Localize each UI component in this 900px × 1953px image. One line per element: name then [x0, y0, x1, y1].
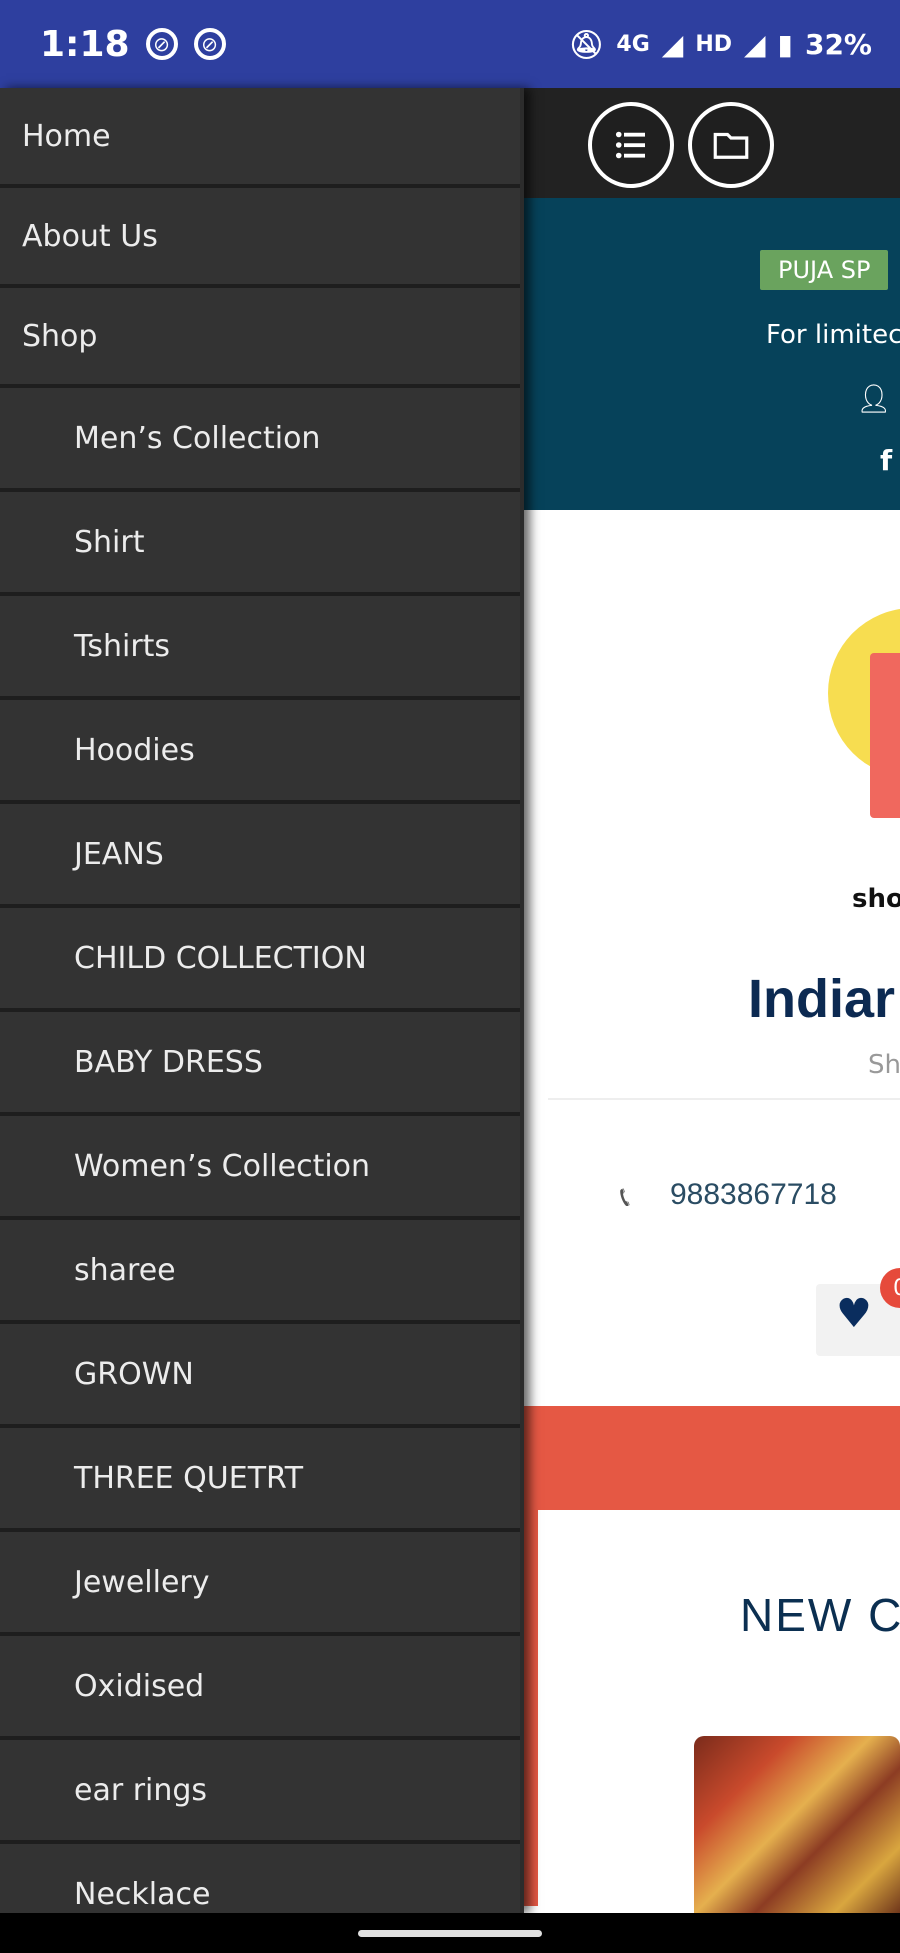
- drawer-item-child-collection[interactable]: CHILD COLLECTION: [0, 908, 520, 1012]
- limited-offer-text: For limitec: [766, 320, 900, 350]
- drawer-item-label: Men’s Collection: [74, 420, 321, 456]
- shopping-bag-icon: [870, 653, 900, 818]
- promo-header: PUJA SP For limitec 👤︎ f: [524, 198, 900, 510]
- web-toolbar: [524, 88, 900, 198]
- signal-icon: ◢: [744, 27, 766, 61]
- mute-icon: 🔕︎: [568, 27, 605, 61]
- battery-percent: 32%: [804, 27, 872, 61]
- drawer-item-label: Home: [22, 118, 111, 154]
- store-title: Indiar: [748, 969, 896, 1029]
- drawer-item-sharee[interactable]: sharee: [0, 1220, 520, 1324]
- store-subtitle: Sh: [868, 1050, 900, 1080]
- phone-icon: 📞︎: [620, 1180, 630, 1213]
- drawer-item-label: Tshirts: [74, 628, 171, 664]
- battery-icon: ▮: [777, 27, 793, 61]
- promo-badge[interactable]: PUJA SP: [760, 250, 889, 290]
- drawer-item-label: Shop: [22, 318, 98, 354]
- drawer-item-label: Necklace: [74, 1876, 211, 1912]
- phone-number[interactable]: 9883867718: [670, 1178, 837, 1212]
- status-right-group: 🔕︎ 4G ◢ HD ◢ ▮ 32%: [569, 0, 872, 88]
- drawer-item-hoodies[interactable]: Hoodies: [0, 700, 520, 804]
- system-nav-bar: [0, 1913, 900, 1953]
- web-content: PUJA SP For limitec 👤︎ f sho Indiar Sh 📞…: [524, 88, 900, 1913]
- drawer-item-label: GROWN: [74, 1356, 194, 1392]
- drawer-item-necklace[interactable]: Necklace: [0, 1844, 520, 1913]
- drawer-item-label: Hoodies: [74, 732, 195, 768]
- folder-icon: [713, 132, 749, 159]
- heart-icon: ♥: [836, 1291, 872, 1337]
- drawer-item-tshirts[interactable]: Tshirts: [0, 596, 520, 700]
- new-collection-heading: NEW C: [740, 1589, 900, 1641]
- signal-icon: ◢: [661, 27, 684, 61]
- list-icon: [615, 131, 645, 159]
- product-image[interactable]: [694, 1736, 900, 1913]
- drawer-item-women-s-collection[interactable]: Women’s Collection: [0, 1116, 520, 1220]
- drawer-item-jewellery[interactable]: Jewellery: [0, 1532, 520, 1636]
- drawer-item-label: CHILD COLLECTION: [74, 940, 367, 976]
- drawer-item-label: Oxidised: [74, 1668, 205, 1704]
- drawer-item-men-s-collection[interactable]: Men’s Collection: [0, 388, 520, 492]
- folder-button[interactable]: [688, 102, 774, 188]
- no-sim-icon: ⊘: [145, 28, 178, 60]
- drawer-item-label: THREE QUETRT: [74, 1460, 304, 1496]
- drawer-item-label: Jewellery: [74, 1564, 210, 1600]
- divider: [548, 1098, 900, 1100]
- drawer-item-label: BABY DRESS: [74, 1044, 263, 1080]
- drawer-item-grown[interactable]: GROWN: [0, 1324, 520, 1428]
- drawer-item-ear-rings[interactable]: ear rings: [0, 1740, 520, 1844]
- drawer-item-label: JEANS: [74, 836, 164, 872]
- drawer-item-shirt[interactable]: Shirt: [0, 492, 520, 596]
- hd-label: HD: [695, 31, 732, 57]
- facebook-icon[interactable]: f: [880, 444, 892, 477]
- home-gesture-handle[interactable]: [358, 1930, 542, 1937]
- list-view-button[interactable]: [588, 102, 674, 188]
- drawer-item-shop[interactable]: Shop: [0, 288, 520, 388]
- drawer-item-oxidised[interactable]: Oxidised: [0, 1636, 520, 1740]
- drawer-item-label: About Us: [22, 218, 158, 254]
- drawer-item-home[interactable]: Home: [0, 88, 520, 188]
- network-type: 4G: [616, 31, 650, 57]
- status-bar: 1:18 ⊘ ⊘ 🔕︎ 4G ◢ HD ◢ ▮ 32%: [0, 0, 900, 88]
- logo-text: sho: [852, 884, 900, 914]
- drawer-item-label: Women’s Collection: [74, 1148, 371, 1184]
- no-sim-icon: ⊘: [193, 28, 226, 60]
- drawer-item-label: sharee: [74, 1252, 176, 1288]
- status-time: 1:18: [40, 23, 130, 65]
- navigation-drawer: Home About Us Shop Men’s Collection Shirt Tsh…: [0, 88, 524, 1913]
- drawer-item-baby-dress[interactable]: BABY DRESS: [0, 1012, 520, 1116]
- user-icon[interactable]: 👤︎: [856, 382, 892, 415]
- drawer-item-jeans[interactable]: JEANS: [0, 804, 520, 908]
- drawer-item-label: Shirt: [74, 524, 145, 560]
- drawer-item-about-us[interactable]: About Us: [0, 188, 520, 288]
- drawer-item-three-quetrt[interactable]: THREE QUETRT: [0, 1428, 520, 1532]
- drawer-item-label: ear rings: [74, 1772, 208, 1808]
